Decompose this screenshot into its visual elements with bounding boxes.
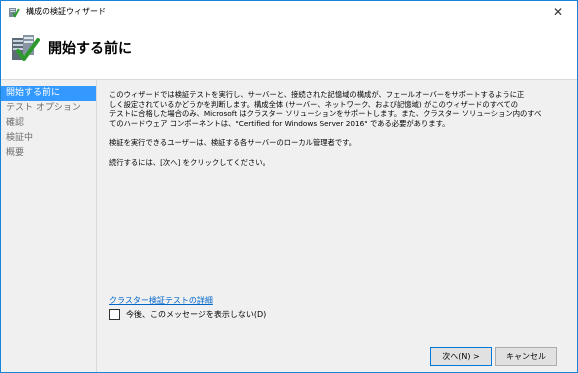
intro-line: テストに合格した場合のみ、Microsoft はクラスター ソリューションをサポ… bbox=[109, 109, 542, 118]
cancel-button[interactable]: キャンセル bbox=[495, 347, 557, 366]
continue-note: 続行するには、[次へ] をクリックしてください。 bbox=[109, 158, 270, 167]
dont-show-again-row[interactable]: 今後、このメッセージを表示しない(D) bbox=[109, 309, 266, 320]
title-bar[interactable]: 構成の検証ウィザード ✕ bbox=[1, 1, 577, 22]
wizard-steps-nav: 開始する前に テスト オプション 確認 検証中 概要 bbox=[1, 80, 97, 372]
close-icon: ✕ bbox=[552, 4, 564, 19]
intro-line: このウィザードでは検証テストを実行し、サーバーと、接続された記憶域の構成が、フェ… bbox=[109, 90, 525, 99]
wizard-content: このウィザードでは検証テストを実行し、サーバーと、接続された記憶域の構成が、フェ… bbox=[97, 80, 577, 372]
next-button[interactable]: 次へ(N) > bbox=[430, 347, 492, 366]
cluster-validation-icon bbox=[12, 35, 40, 61]
intro-text: このウィザードでは検証テストを実行し、サーバーと、接続された記憶域の構成が、フェ… bbox=[109, 90, 569, 128]
intro-line: しく設定されているかどうかを判断します。構成全体 (サーバー、ネットワーク、およ… bbox=[109, 99, 519, 109]
dont-show-again-checkbox[interactable] bbox=[109, 309, 120, 320]
wizard-header: 開始する前に bbox=[1, 22, 577, 80]
window-title: 構成の検証ウィザード bbox=[26, 7, 106, 16]
cluster-validation-icon bbox=[9, 7, 20, 18]
page-title: 開始する前に bbox=[48, 41, 132, 57]
admin-note: 検証を実行できるユーザーは、検証する各サーバーのローカル管理者です。 bbox=[109, 138, 356, 147]
dont-show-again-label: 今後、このメッセージを表示しない(D) bbox=[126, 310, 267, 319]
intro-line: てのハードウェア コンポーネントは、"Certified for Windows… bbox=[109, 118, 450, 128]
step-confirmation[interactable]: 確認 bbox=[1, 116, 96, 131]
close-button[interactable]: ✕ bbox=[539, 1, 577, 22]
step-validating[interactable]: 検証中 bbox=[1, 131, 96, 146]
step-before-you-begin[interactable]: 開始する前に bbox=[1, 86, 96, 101]
wizard-window: 構成の検証ウィザード ✕ 開始する前に 開始する前に テスト オプション 確認 … bbox=[0, 0, 578, 373]
step-summary[interactable]: 概要 bbox=[1, 146, 96, 161]
step-test-options[interactable]: テスト オプション bbox=[1, 101, 96, 116]
cluster-validation-details-link[interactable]: クラスター検証テストの詳細 bbox=[109, 295, 213, 306]
